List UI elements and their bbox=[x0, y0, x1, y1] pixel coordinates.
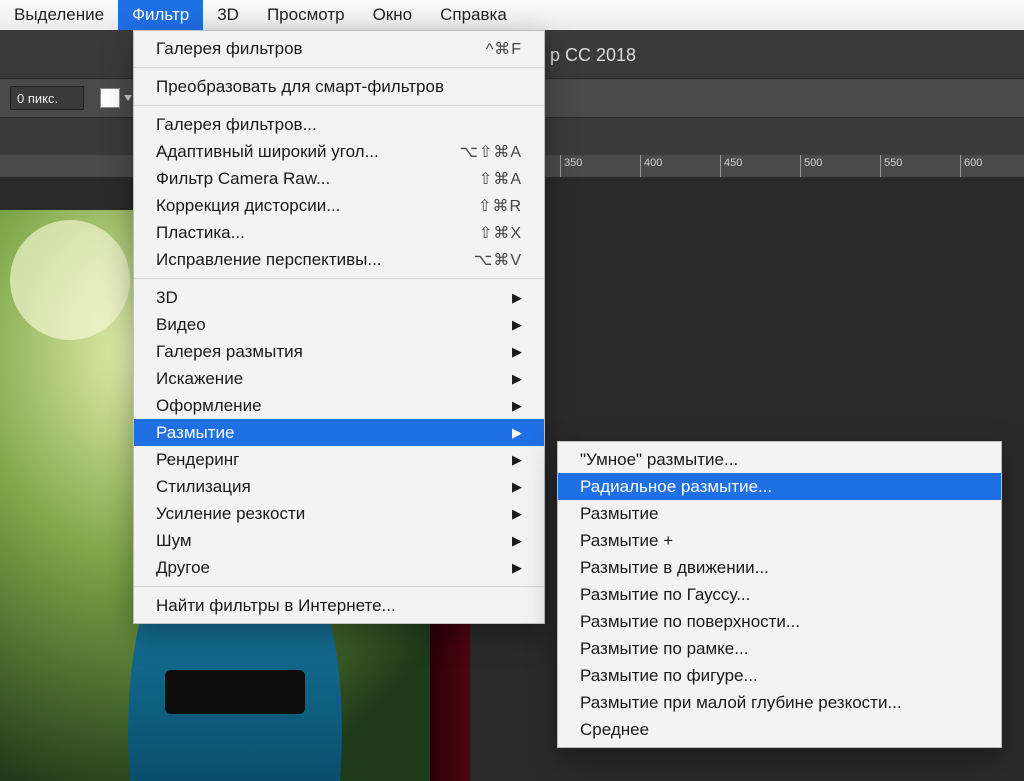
menu-item-stylize[interactable]: Стилизация ▶ bbox=[134, 473, 544, 500]
chevron-right-icon: ▶ bbox=[512, 533, 522, 549]
menu-item-adaptive-wide[interactable]: Адаптивный широкий угол... ⌥⇧⌘A bbox=[134, 138, 544, 165]
menu-item-convert-smart[interactable]: Преобразовать для смарт-фильтров bbox=[134, 73, 544, 100]
os-menubar: Выделение Фильтр 3D Просмотр Окно Справк… bbox=[0, 0, 1024, 31]
menu-item-vanishing-point[interactable]: Исправление перспективы... ⌥⌘V bbox=[134, 246, 544, 273]
feather-input[interactable] bbox=[10, 86, 84, 110]
chevron-right-icon: ▶ bbox=[512, 371, 522, 387]
shortcut-label: ⇧⌘A bbox=[479, 169, 522, 189]
menu-item-noise[interactable]: Шум ▶ bbox=[134, 527, 544, 554]
submenu-item-box-blur[interactable]: Размытие по рамке... bbox=[558, 635, 1001, 662]
submenu-item-radial-blur[interactable]: Радиальное размытие... bbox=[558, 473, 1001, 500]
chevron-right-icon: ▶ bbox=[512, 344, 522, 360]
ruler-tick-label: 500 bbox=[804, 157, 822, 169]
submenu-item-surface-blur[interactable]: Размытие по поверхности... bbox=[558, 608, 1001, 635]
ruler-tick-label: 450 bbox=[724, 157, 742, 169]
ruler-tick-label: 350 bbox=[564, 157, 582, 169]
chevron-down-icon[interactable] bbox=[124, 95, 132, 101]
menu-item-render[interactable]: Рендеринг ▶ bbox=[134, 446, 544, 473]
menu-item-sharpen[interactable]: Усиление резкости ▶ bbox=[134, 500, 544, 527]
shortcut-label: ⇧⌘R bbox=[478, 196, 522, 216]
menu-separator bbox=[134, 67, 544, 68]
menu-item-pixelate[interactable]: Оформление ▶ bbox=[134, 392, 544, 419]
menu-separator bbox=[134, 586, 544, 587]
blur-submenu: "Умное" размытие... Радиальное размытие.… bbox=[557, 441, 1002, 748]
menubar-item-help[interactable]: Справка bbox=[426, 0, 521, 30]
document-title: p CC 2018 bbox=[550, 45, 636, 66]
menu-item-video[interactable]: Видео ▶ bbox=[134, 311, 544, 338]
menu-item-last-filter[interactable]: Галерея фильтров ^⌘F bbox=[134, 35, 544, 62]
submenu-item-blur-more[interactable]: Размытие + bbox=[558, 527, 1001, 554]
submenu-item-average[interactable]: Среднее bbox=[558, 716, 1001, 743]
ruler-tick-label: 400 bbox=[644, 157, 662, 169]
chevron-right-icon: ▶ bbox=[512, 506, 522, 522]
submenu-item-gaussian-blur[interactable]: Размытие по Гауссу... bbox=[558, 581, 1001, 608]
submenu-item-motion-blur[interactable]: Размытие в движении... bbox=[558, 554, 1001, 581]
menubar-item-selection[interactable]: Выделение bbox=[0, 0, 118, 30]
submenu-item-blur[interactable]: Размытие bbox=[558, 500, 1001, 527]
menu-item-lens-correction[interactable]: Коррекция дисторсии... ⇧⌘R bbox=[134, 192, 544, 219]
menu-item-filter-gallery[interactable]: Галерея фильтров... bbox=[134, 111, 544, 138]
menu-item-blur-gallery[interactable]: Галерея размытия ▶ bbox=[134, 338, 544, 365]
ruler-tick-label: 600 bbox=[964, 157, 982, 169]
menu-item-browse-filters[interactable]: Найти фильтры в Интернете... bbox=[134, 592, 544, 619]
menu-item-distort[interactable]: Искажение ▶ bbox=[134, 365, 544, 392]
menubar-item-view[interactable]: Просмотр bbox=[253, 0, 359, 30]
shortcut-label: ^⌘F bbox=[486, 39, 522, 59]
shortcut-label: ⇧⌘X bbox=[479, 223, 522, 243]
chevron-right-icon: ▶ bbox=[512, 560, 522, 576]
menu-item-other[interactable]: Другое ▶ bbox=[134, 554, 544, 581]
submenu-item-shape-blur[interactable]: Размытие по фигуре... bbox=[558, 662, 1001, 689]
ruler-tick-label: 550 bbox=[884, 157, 902, 169]
chevron-right-icon: ▶ bbox=[512, 398, 522, 414]
chevron-right-icon: ▶ bbox=[512, 452, 522, 468]
filter-menu: Галерея фильтров ^⌘F Преобразовать для с… bbox=[133, 30, 545, 624]
submenu-item-lens-blur[interactable]: Размытие при малой глубине резкости... bbox=[558, 689, 1001, 716]
menu-item-3d[interactable]: 3D ▶ bbox=[134, 284, 544, 311]
shortcut-label: ⌥⇧⌘A bbox=[459, 142, 522, 162]
color-swatch[interactable] bbox=[100, 88, 120, 108]
menubar-item-3d[interactable]: 3D bbox=[203, 0, 253, 30]
menu-separator bbox=[134, 105, 544, 106]
menubar-item-filter[interactable]: Фильтр bbox=[118, 0, 203, 30]
menubar-item-window[interactable]: Окно bbox=[359, 0, 427, 30]
submenu-item-smart-blur[interactable]: "Умное" размытие... bbox=[558, 446, 1001, 473]
chevron-right-icon: ▶ bbox=[512, 479, 522, 495]
chevron-right-icon: ▶ bbox=[512, 290, 522, 306]
chevron-right-icon: ▶ bbox=[512, 425, 522, 441]
menu-separator bbox=[134, 278, 544, 279]
menu-item-liquify[interactable]: Пластика... ⇧⌘X bbox=[134, 219, 544, 246]
shortcut-label: ⌥⌘V bbox=[474, 250, 522, 270]
menu-item-blur[interactable]: Размытие ▶ bbox=[134, 419, 544, 446]
chevron-right-icon: ▶ bbox=[512, 317, 522, 333]
menu-item-camera-raw[interactable]: Фильтр Camera Raw... ⇧⌘A bbox=[134, 165, 544, 192]
